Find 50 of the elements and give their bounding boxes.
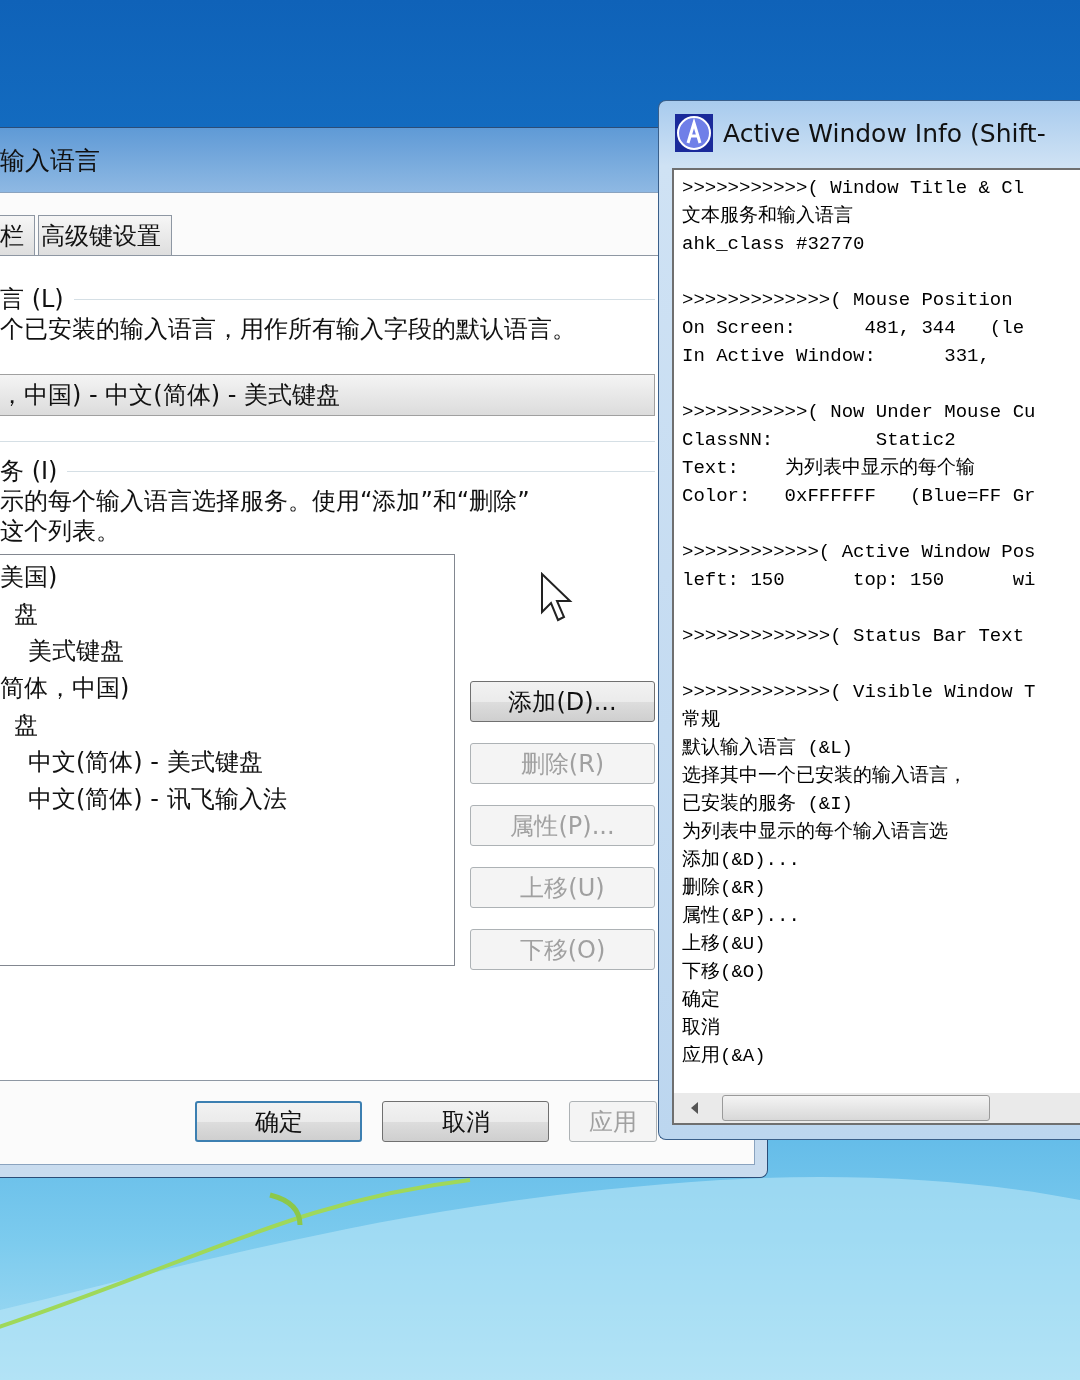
info-line: >>>>>>>>>>>( Window Title & Cl: [682, 176, 1026, 201]
info-line: >>>>>>>>>>>>( Active Window Pos: [682, 540, 1037, 565]
info-line: 上移(&U): [682, 932, 767, 957]
info-line: 取消: [682, 1016, 721, 1041]
info-line: 已安装的服务 (&I): [682, 792, 854, 817]
window-title: 输入语言: [0, 144, 100, 177]
tree-item[interactable]: 盘: [0, 707, 454, 744]
info-line: 常规: [682, 708, 721, 733]
info-line: 选择其中一个已安装的输入语言，: [682, 764, 968, 789]
info-line: 默认输入语言 (&L): [682, 736, 854, 761]
tab[interactable]: 栏: [0, 215, 35, 255]
action-button[interactable]: 添加(D)...: [470, 681, 655, 722]
info-line: Color: 0xFFFFFF (Blue=FF Gr: [682, 484, 1037, 509]
info-line: 属性(&P)...: [682, 904, 801, 929]
info-line: 为列表中显示的每个输入语言选: [682, 820, 949, 845]
group-label: 言 (L): [0, 284, 64, 315]
tree-item[interactable]: 中文(简体) - 美式键盘: [0, 744, 454, 781]
info-line: Text: 为列表中显示的每个输: [682, 456, 976, 481]
info-line: left: 150 top: 150 wi: [682, 568, 1037, 593]
info-line: 文本服务和输入语言: [682, 204, 854, 229]
app-icon: [675, 114, 713, 152]
info-line: On Screen: 481, 344 (le: [682, 316, 1026, 341]
description-text: 示的每个输入语言选择服务。使用“添加”和“删除”: [0, 486, 531, 516]
info-line: >>>>>>>>>>>( Now Under Mouse Cu: [682, 400, 1037, 425]
horizontal-scrollbar[interactable]: [674, 1093, 1080, 1123]
info-line: 应用(&A): [682, 1044, 767, 1069]
description-text: 个已安装的输入语言，用作所有输入字段的默认语言。: [0, 314, 577, 344]
info-line: >>>>>>>>>>>>>( Visible Window T: [682, 680, 1037, 705]
tree-item[interactable]: 美式键盘: [0, 633, 454, 670]
info-line: 添加(&D)...: [682, 848, 801, 873]
description-text: 这个列表。: [0, 516, 121, 546]
window-title: Active Window Info (Shift-: [723, 118, 1046, 148]
info-line: >>>>>>>>>>>>>( Status Bar Text: [682, 624, 1026, 649]
tree-item[interactable]: 简体，中国): [0, 670, 454, 707]
info-line: 确定: [682, 988, 721, 1013]
info-line: In Active Window: 331,: [682, 344, 991, 369]
tree-item[interactable]: 中文(简体) - 讯飞输入法: [0, 781, 454, 818]
dialog-button[interactable]: 确定: [195, 1101, 362, 1142]
tree-item[interactable]: 盘: [0, 596, 454, 633]
info-line: 删除(&R): [682, 876, 767, 901]
dialog-button[interactable]: 取消: [382, 1101, 549, 1142]
tab[interactable]: 高级键设置: [38, 215, 172, 255]
info-line: 下移(&O): [682, 960, 767, 985]
scroll-thumb[interactable]: [722, 1095, 990, 1121]
info-line: >>>>>>>>>>>>>( Mouse Position: [682, 288, 1014, 313]
tree-item[interactable]: 美国): [0, 559, 454, 596]
group-label: 务 (I): [0, 456, 58, 487]
info-line: ahk_class #32770: [682, 232, 866, 257]
info-line: ClassNN: Static2: [682, 428, 957, 453]
language-dropdown[interactable]: ，中国) - 中文(简体) - 美式键盘: [0, 374, 655, 416]
